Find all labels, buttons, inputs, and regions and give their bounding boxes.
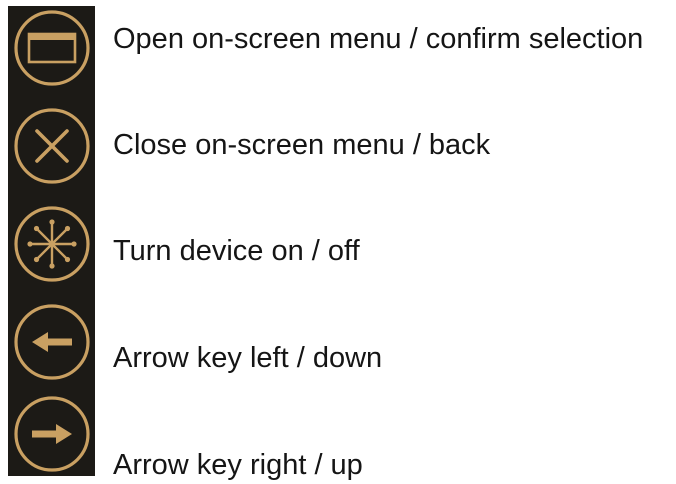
menu-window-icon <box>14 10 90 86</box>
button-icon-strip <box>8 6 95 476</box>
power-burst-icon <box>14 206 90 282</box>
legend-label-power: Turn device on / off <box>113 235 360 267</box>
legend-label-left: Arrow key left / down <box>113 342 383 374</box>
legend-label-close: Close on-screen menu / back <box>113 129 491 161</box>
arrow-right-icon <box>14 396 90 472</box>
arrow-left-icon <box>14 304 90 380</box>
legend-label-menu: Open on-screen menu / confirm selection <box>113 23 644 55</box>
legend-label-right: Arrow key right / up <box>113 449 363 481</box>
close-x-icon <box>14 108 90 184</box>
